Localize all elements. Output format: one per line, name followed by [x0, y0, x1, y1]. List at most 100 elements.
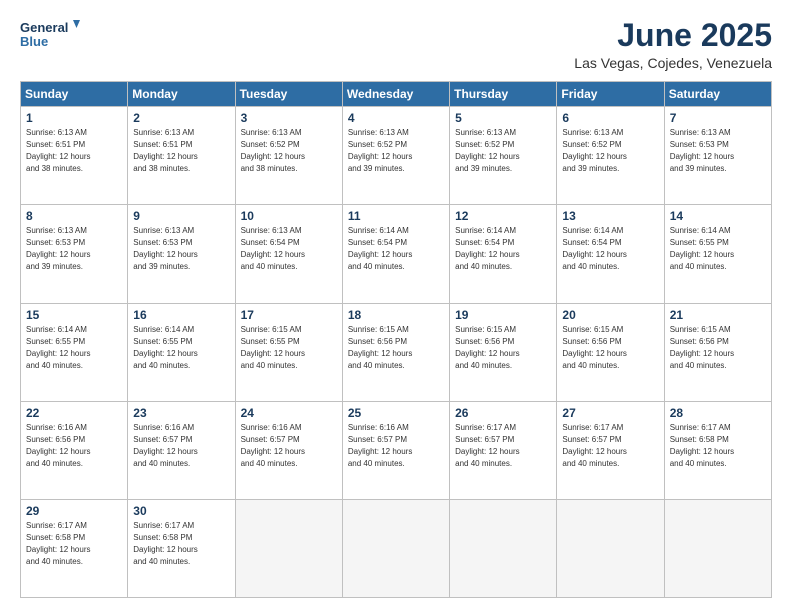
calendar-cell: 3 Sunrise: 6:13 AMSunset: 6:52 PMDaylight… — [235, 107, 342, 205]
day-number: 23 — [133, 406, 229, 420]
day-info: Sunrise: 6:13 AMSunset: 6:53 PMDaylight:… — [133, 225, 229, 273]
day-number: 14 — [670, 209, 766, 223]
svg-text:General: General — [20, 20, 68, 35]
calendar-cell: 13 Sunrise: 6:14 AMSunset: 6:54 PMDayligh… — [557, 205, 664, 303]
calendar-cell: 4 Sunrise: 6:13 AMSunset: 6:52 PMDaylight… — [342, 107, 449, 205]
day-info: Sunrise: 6:17 AMSunset: 6:58 PMDaylight:… — [26, 520, 122, 568]
calendar-cell: 17 Sunrise: 6:15 AMSunset: 6:55 PMDayligh… — [235, 303, 342, 401]
day-info: Sunrise: 6:15 AMSunset: 6:55 PMDaylight:… — [241, 324, 337, 372]
day-info: Sunrise: 6:15 AMSunset: 6:56 PMDaylight:… — [348, 324, 444, 372]
day-number: 11 — [348, 209, 444, 223]
calendar-cell: 27 Sunrise: 6:17 AMSunset: 6:57 PMDayligh… — [557, 401, 664, 499]
calendar-cell — [235, 499, 342, 597]
day-info: Sunrise: 6:14 AMSunset: 6:54 PMDaylight:… — [348, 225, 444, 273]
day-number: 29 — [26, 504, 122, 518]
svg-text:Blue: Blue — [20, 34, 48, 49]
day-info: Sunrise: 6:17 AMSunset: 6:58 PMDaylight:… — [670, 422, 766, 470]
calendar-cell: 19 Sunrise: 6:15 AMSunset: 6:56 PMDayligh… — [450, 303, 557, 401]
day-number: 15 — [26, 308, 122, 322]
calendar-subtitle: Las Vegas, Cojedes, Venezuela — [574, 55, 772, 71]
day-info: Sunrise: 6:16 AMSunset: 6:57 PMDaylight:… — [348, 422, 444, 470]
day-info: Sunrise: 6:13 AMSunset: 6:51 PMDaylight:… — [133, 127, 229, 175]
day-number: 19 — [455, 308, 551, 322]
calendar-cell — [557, 499, 664, 597]
day-info: Sunrise: 6:13 AMSunset: 6:51 PMDaylight:… — [26, 127, 122, 175]
day-number: 5 — [455, 111, 551, 125]
calendar-cell: 29 Sunrise: 6:17 AMSunset: 6:58 PMDayligh… — [21, 499, 128, 597]
calendar-cell: 6 Sunrise: 6:13 AMSunset: 6:52 PMDaylight… — [557, 107, 664, 205]
calendar-cell: 21Sunrise: 6:15 AMSunset: 6:56 PMDayligh… — [664, 303, 771, 401]
calendar-cell: 2 Sunrise: 6:13 AMSunset: 6:51 PMDaylight… — [128, 107, 235, 205]
day-number: 22 — [26, 406, 122, 420]
calendar-cell: 16 Sunrise: 6:14 AMSunset: 6:55 PMDayligh… — [128, 303, 235, 401]
calendar-cell: 18 Sunrise: 6:15 AMSunset: 6:56 PMDayligh… — [342, 303, 449, 401]
header-row: Sunday Monday Tuesday Wednesday Thursday… — [21, 82, 772, 107]
calendar-cell: 14 Sunrise: 6:14 AMSunset: 6:55 PMDayligh… — [664, 205, 771, 303]
header: General Blue June 2025 Las Vegas, Cojede… — [20, 18, 772, 71]
calendar-cell: 1Sunrise: 6:13 AMSunset: 6:51 PMDaylight… — [21, 107, 128, 205]
day-info: Sunrise: 6:15 AMSunset: 6:56 PMDaylight:… — [670, 324, 766, 372]
day-info: Sunrise: 6:14 AMSunset: 6:55 PMDaylight:… — [133, 324, 229, 372]
day-number: 3 — [241, 111, 337, 125]
calendar-cell: 9 Sunrise: 6:13 AMSunset: 6:53 PMDaylight… — [128, 205, 235, 303]
day-number: 13 — [562, 209, 658, 223]
calendar-cell: 12 Sunrise: 6:14 AMSunset: 6:54 PMDayligh… — [450, 205, 557, 303]
calendar-cell — [450, 499, 557, 597]
day-number: 26 — [455, 406, 551, 420]
calendar-cell: 10 Sunrise: 6:13 AMSunset: 6:54 PMDayligh… — [235, 205, 342, 303]
day-info: Sunrise: 6:14 AMSunset: 6:54 PMDaylight:… — [562, 225, 658, 273]
calendar-cell: 26 Sunrise: 6:17 AMSunset: 6:57 PMDayligh… — [450, 401, 557, 499]
day-number: 24 — [241, 406, 337, 420]
day-info: Sunrise: 6:14 AMSunset: 6:54 PMDaylight:… — [455, 225, 551, 273]
calendar-cell: 22 Sunrise: 6:16 AMSunset: 6:56 PMDayligh… — [21, 401, 128, 499]
day-number: 6 — [562, 111, 658, 125]
day-number: 2 — [133, 111, 229, 125]
col-thursday: Thursday — [450, 82, 557, 107]
day-number: 12 — [455, 209, 551, 223]
col-monday: Monday — [128, 82, 235, 107]
col-tuesday: Tuesday — [235, 82, 342, 107]
day-number: 28 — [670, 406, 766, 420]
logo: General Blue — [20, 18, 80, 54]
day-number: 16 — [133, 308, 229, 322]
col-wednesday: Wednesday — [342, 82, 449, 107]
day-number: 10 — [241, 209, 337, 223]
calendar-title: June 2025 — [574, 18, 772, 53]
calendar-cell: 11 Sunrise: 6:14 AMSunset: 6:54 PMDayligh… — [342, 205, 449, 303]
day-info: Sunrise: 6:16 AMSunset: 6:57 PMDaylight:… — [241, 422, 337, 470]
calendar-cell: 5Sunrise: 6:13 AMSunset: 6:52 PMDaylight… — [450, 107, 557, 205]
day-number: 7 — [670, 111, 766, 125]
day-info: Sunrise: 6:13 AMSunset: 6:52 PMDaylight:… — [241, 127, 337, 175]
day-info: Sunrise: 6:15 AMSunset: 6:56 PMDaylight:… — [455, 324, 551, 372]
calendar-table: Sunday Monday Tuesday Wednesday Thursday… — [20, 81, 772, 598]
day-info: Sunrise: 6:17 AMSunset: 6:57 PMDaylight:… — [562, 422, 658, 470]
day-info: Sunrise: 6:15 AMSunset: 6:56 PMDaylight:… — [562, 324, 658, 372]
day-number: 17 — [241, 308, 337, 322]
day-number: 8 — [26, 209, 122, 223]
day-info: Sunrise: 6:17 AMSunset: 6:57 PMDaylight:… — [455, 422, 551, 470]
day-info: Sunrise: 6:13 AMSunset: 6:54 PMDaylight:… — [241, 225, 337, 273]
calendar-cell: 24 Sunrise: 6:16 AMSunset: 6:57 PMDayligh… — [235, 401, 342, 499]
calendar-cell — [664, 499, 771, 597]
col-friday: Friday — [557, 82, 664, 107]
day-info: Sunrise: 6:16 AMSunset: 6:56 PMDaylight:… — [26, 422, 122, 470]
calendar-cell: 23 Sunrise: 6:16 AMSunset: 6:57 PMDayligh… — [128, 401, 235, 499]
calendar-cell: 28 Sunrise: 6:17 AMSunset: 6:58 PMDayligh… — [664, 401, 771, 499]
day-number: 27 — [562, 406, 658, 420]
day-info: Sunrise: 6:13 AMSunset: 6:52 PMDaylight:… — [348, 127, 444, 175]
calendar-cell: 20 Sunrise: 6:15 AMSunset: 6:56 PMDayligh… — [557, 303, 664, 401]
day-info: Sunrise: 6:13 AMSunset: 6:52 PMDaylight:… — [562, 127, 658, 175]
day-number: 30 — [133, 504, 229, 518]
col-sunday: Sunday — [21, 82, 128, 107]
calendar-cell: 7Sunrise: 6:13 AMSunset: 6:53 PMDaylight… — [664, 107, 771, 205]
day-number: 18 — [348, 308, 444, 322]
day-number: 4 — [348, 111, 444, 125]
day-info: Sunrise: 6:16 AMSunset: 6:57 PMDaylight:… — [133, 422, 229, 470]
day-number: 9 — [133, 209, 229, 223]
logo-svg: General Blue — [20, 18, 80, 54]
day-info: Sunrise: 6:17 AMSunset: 6:58 PMDaylight:… — [133, 520, 229, 568]
day-info: Sunrise: 6:14 AMSunset: 6:55 PMDaylight:… — [26, 324, 122, 372]
day-info: Sunrise: 6:14 AMSunset: 6:55 PMDaylight:… — [670, 225, 766, 273]
day-number: 20 — [562, 308, 658, 322]
title-block: June 2025 Las Vegas, Cojedes, Venezuela — [574, 18, 772, 71]
